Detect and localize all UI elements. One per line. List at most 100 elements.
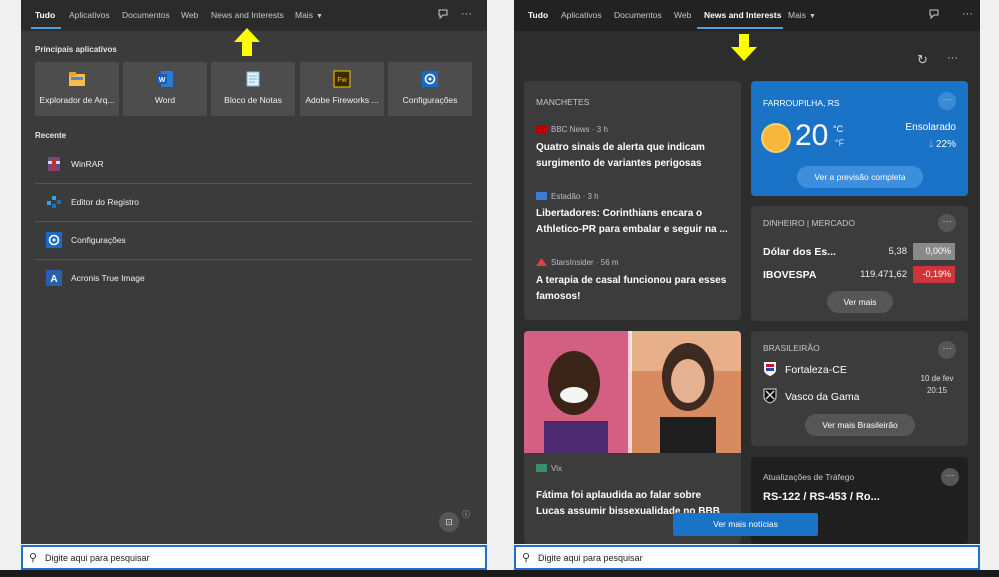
search-icon: ⚲ [29, 552, 38, 564]
recent-item-label: WinRAR [71, 159, 104, 169]
feedback-icon[interactable] [928, 8, 940, 23]
recent-item-label: Editor do Registro [71, 197, 140, 207]
more-options-icon[interactable]: ··· [962, 8, 973, 20]
unit-fahrenheit-toggle[interactable]: °F [835, 138, 844, 148]
gear-icon [46, 232, 62, 248]
taskbar [0, 570, 999, 577]
market-more-button[interactable]: Ver mais [827, 291, 893, 313]
team-away[interactable]: Vasco da Gama [785, 391, 860, 403]
more-options-icon[interactable]: ··· [461, 8, 472, 20]
market-card: DINHEIRO | MERCADO ··· Dólar dos Es... 5… [751, 206, 968, 321]
more-options-icon[interactable]: ··· [938, 214, 956, 232]
tab-news-and-interests[interactable]: News and Interests [704, 10, 781, 20]
sun-icon [763, 125, 789, 151]
news-headline-link[interactable]: Libertadores: Corinthians encara o Athle… [536, 206, 731, 238]
search-icon: ⚲ [522, 552, 531, 564]
recent-heading: Recente [35, 131, 67, 140]
feedback-icon[interactable] [437, 8, 449, 23]
tab-documentos[interactable]: Documentos [122, 10, 170, 20]
headlines-card: MANCHETES BBC News · 3 h Quatro sinais d… [524, 81, 741, 320]
recent-item-winrar[interactable]: WinRAR [35, 145, 473, 183]
search-placeholder: Digite aqui para pesquisar [538, 553, 643, 563]
recent-item-acronis[interactable]: A Acronis True Image [35, 259, 473, 297]
more-news-button[interactable]: Ver mais notícias [673, 513, 818, 536]
humidity-value: 22% [935, 139, 956, 150]
fortaleza-crest-icon [764, 362, 776, 376]
screenshot-capture-icon[interactable]: ⊡ [439, 512, 459, 532]
more-options-icon[interactable]: ··· [938, 341, 956, 359]
estadao-logo-icon [536, 192, 547, 200]
news-source-text: Vix [551, 464, 562, 473]
news-source: Vix [536, 464, 562, 473]
winrar-icon [48, 157, 60, 171]
news-source: StarsInsider · 56 m [536, 258, 619, 267]
tab-mais[interactable]: Mais ▼ [788, 10, 816, 20]
tab-mais-label: Mais [295, 10, 313, 20]
tab-web[interactable]: Web [181, 10, 198, 20]
arrow-down-icon [731, 34, 757, 61]
news-source-text: Estadão · 3 h [551, 192, 599, 201]
tab-tudo[interactable]: Tudo [528, 10, 548, 20]
recent-item-registry-editor[interactable]: Editor do Registro [35, 183, 473, 221]
card-title: DINHEIRO | MERCADO [763, 218, 855, 228]
recent-item-label: Acronis True Image [71, 273, 145, 283]
tab-mais[interactable]: Mais ▼ [295, 10, 323, 20]
recent-item-label: Configurações [71, 235, 126, 245]
vix-logo-icon [536, 464, 547, 472]
temperature: 20 [795, 119, 829, 152]
notepad-icon [246, 71, 260, 87]
svg-text:A: A [50, 274, 57, 285]
recent-item-settings[interactable]: Configurações [35, 221, 473, 259]
search-input-left[interactable]: ⚲ Digite aqui para pesquisar [21, 545, 487, 570]
active-tab-indicator [31, 27, 61, 29]
screenshot-stage: Tudo Aplicativos Documentos Web News and… [0, 0, 999, 577]
chevron-down-icon: ▼ [808, 13, 816, 20]
arrow-up-icon [234, 28, 260, 56]
starsinsider-logo-icon [536, 258, 547, 266]
app-tile-settings[interactable]: Configurações [388, 62, 472, 116]
registry-icon [47, 196, 61, 208]
tab-aplicativos[interactable]: Aplicativos [561, 10, 602, 20]
team-home[interactable]: Fortaleza-CE [785, 364, 847, 376]
info-icon[interactable]: ⓘ [462, 509, 470, 520]
app-tile-fireworks[interactable]: Fw Adobe Fireworks ... [300, 62, 384, 116]
refresh-icon[interactable]: ↻ [917, 52, 928, 68]
more-options-icon[interactable]: ··· [938, 92, 956, 110]
tab-mais-label: Mais [788, 10, 806, 20]
traffic-road: RS-122 / RS-453 / Ro... [763, 491, 880, 503]
card-title: BRASILEIRÃO [763, 343, 820, 353]
tab-documentos[interactable]: Documentos [614, 10, 662, 20]
app-tile-notepad[interactable]: Bloco de Notas [211, 62, 295, 116]
weather-condition: Ensolarado [905, 122, 956, 133]
market-value: 5,38 [888, 246, 908, 257]
market-name[interactable]: IBOVESPA [763, 269, 816, 281]
tab-news-and-interests[interactable]: News and Interests [211, 10, 284, 20]
top-apps-heading: Principais aplicativos [35, 45, 117, 54]
market-change-badge: -0,19% [913, 266, 955, 283]
unit-celsius-toggle[interactable]: °C [833, 124, 843, 134]
feed-options-icon[interactable]: ··· [947, 52, 958, 64]
sports-more-button[interactable]: Ver mais Brasileirão [805, 414, 915, 436]
news-source: Estadão · 3 h [536, 192, 599, 201]
match-date: 10 de fev [920, 374, 954, 383]
match-time: 20:15 [926, 386, 948, 395]
tab-aplicativos[interactable]: Aplicativos [69, 10, 110, 20]
card-title: MANCHETES [536, 97, 590, 107]
news-headline-link[interactable]: A terapia de casal funcionou para esses … [536, 273, 731, 305]
search-input-right[interactable]: ⚲ Digite aqui para pesquisar [514, 545, 980, 570]
market-name[interactable]: Dólar dos Es... [763, 246, 836, 258]
acronis-icon: A [46, 270, 62, 286]
app-tile-label: Word [154, 95, 176, 105]
news-headline-link[interactable]: Quatro sinais de alerta que indicam surg… [536, 140, 731, 172]
humidity: 💧︎ 22% [929, 139, 956, 150]
tab-tudo[interactable]: Tudo [35, 10, 55, 20]
chevron-down-icon: ▼ [315, 13, 323, 20]
word-icon: W [157, 71, 173, 87]
app-tile-file-explorer[interactable]: Explorador de Arq... [35, 62, 119, 116]
svg-text:Fw: Fw [337, 77, 347, 84]
weather-card[interactable]: FARROUPILHA, RS ··· 20 °C °F Ensolarado … [751, 81, 968, 196]
full-forecast-button[interactable]: Ver a previsão completa [797, 166, 923, 188]
tab-web[interactable]: Web [674, 10, 691, 20]
more-options-icon[interactable]: ··· [941, 468, 959, 486]
app-tile-word[interactable]: W Word [123, 62, 207, 116]
